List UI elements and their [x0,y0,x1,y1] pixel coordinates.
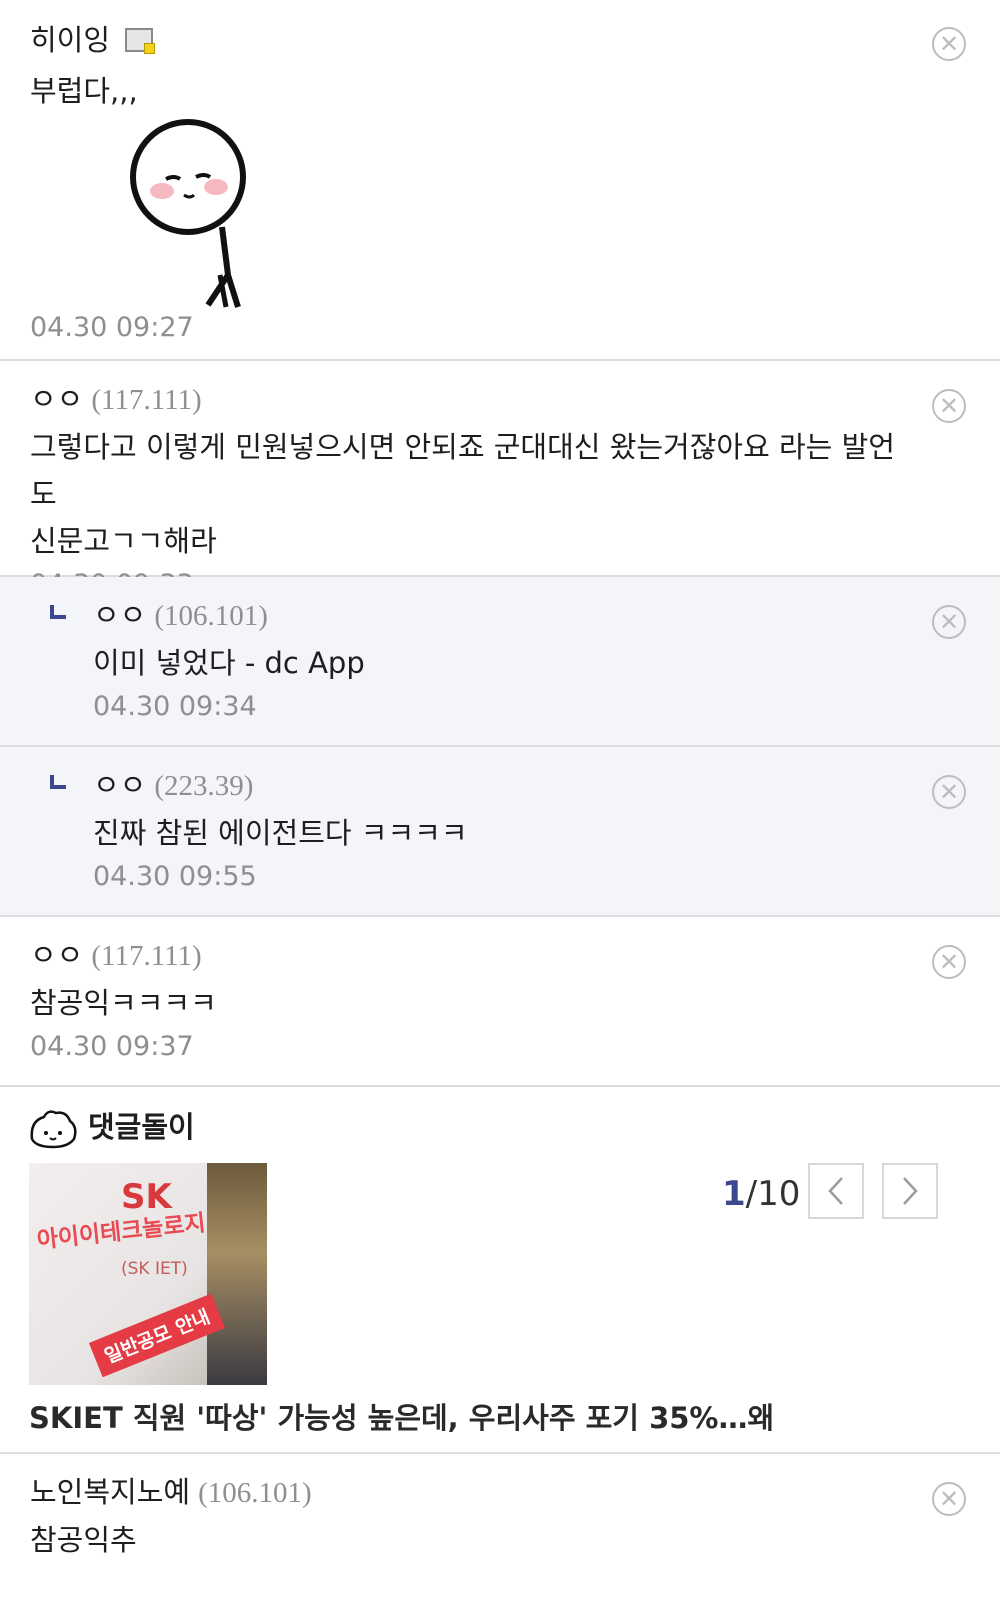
dccon-sticker-image [130,119,246,308]
delete-icon[interactable]: ✕ [932,1482,966,1516]
comment-ip: (106.101) [154,600,268,632]
comment: ㅇㅇ (117.111) 그렇다고 이렇게 민원넣으시면 안되죠 군대대신 왔는거… [0,361,1000,600]
comment-text: 참공익ㅋㅋㅋㅋ [30,986,217,1020]
news-headline[interactable]: SKIET 직원 '따상' 가능성 높은데, 우리사주 포기 35%…왜 [29,1397,774,1439]
comment: ㅇㅇ (117.111) 참공익ㅋㅋㅋㅋ 04.30 09:37 ✕ [0,917,1000,1087]
comment-text: 이미 넣었다 - dc App [93,646,365,680]
comment-nick[interactable]: ㅇㅇ [30,382,83,416]
page-current: 1 [722,1174,746,1214]
delete-icon[interactable]: ✕ [932,605,966,639]
thumb-sub: (SK IET) [121,1259,188,1279]
comment-text: 그렇다고 이렇게 민원넣으시면 안되죠 군대대신 왔는거잖아요 라는 발언도 신… [30,430,895,558]
reply-comment: ㅇㅇ (223.39) 진짜 참된 에이전트다 ㅋㅋㅋㅋ 04.30 09:55 … [0,747,1000,917]
delete-icon[interactable]: ✕ [932,945,966,979]
comment-date: 04.30 09:55 [93,861,257,892]
chevron-right-icon [903,1177,918,1205]
comment-ip: (117.111) [91,940,202,972]
member-icon [125,28,156,54]
thumb-banner: 일반공모 안내 [88,1293,225,1378]
delete-icon[interactable]: ✕ [932,775,966,809]
comment-text: 진짜 참된 에이전트다 ㅋㅋㅋㅋ [93,816,468,850]
thumb-store-photo [207,1163,267,1385]
comment-ip: (117.111) [91,384,202,416]
comment-dolli-section: 댓글돌이 SK 아이이테크놀로지 (SK IET) 일반공모 안내 1/10 S… [0,1087,1000,1454]
next-button[interactable] [882,1163,938,1219]
chevron-left-icon [828,1177,843,1205]
delete-icon[interactable]: ✕ [932,27,966,61]
comment-date: 04.30 09:27 [30,312,194,343]
comment-nick[interactable]: 노인복지노예 [30,1475,190,1509]
comment-nick[interactable]: ㅇㅇ [93,598,146,632]
delete-icon[interactable]: ✕ [932,389,966,423]
comment-nick[interactable]: 히이잉 [30,23,110,57]
thumb-company-name: 아이이테크놀로지 [35,1210,207,1254]
reply-arrow-icon [50,605,66,619]
comment-nick[interactable]: ㅇㅇ [93,768,146,802]
news-thumbnail[interactable]: SK 아이이테크놀로지 (SK IET) 일반공모 안내 [29,1163,267,1385]
reply-arrow-icon [50,775,66,789]
comment: 히이잉 부럽다,,, 04.30 09:27 ✕ [0,0,1000,361]
reply-comment: ㅇㅇ (106.101) 이미 넣었다 - dc App 04.30 09:34 … [0,577,1000,747]
page-total: /10 [745,1174,801,1214]
comment-ip: (106.101) [198,1477,312,1509]
comment-nick[interactable]: ㅇㅇ [30,938,83,972]
comment-text: 부럽다,,, [30,74,138,108]
dolli-title: 댓글돌이 [88,1110,195,1144]
page-indicator: 1/10 [722,1169,800,1219]
comment-date: 04.30 09:34 [93,691,257,722]
prev-button[interactable] [808,1163,864,1219]
comment-text: 참공익추 [30,1523,137,1557]
comment-date: 04.30 09:37 [30,1031,194,1062]
comment-ip: (223.39) [154,770,254,802]
comment: 노인복지노예 (106.101) 참공익추 ✕ [0,1454,1000,1613]
dolli-mascot-icon [30,1110,77,1149]
